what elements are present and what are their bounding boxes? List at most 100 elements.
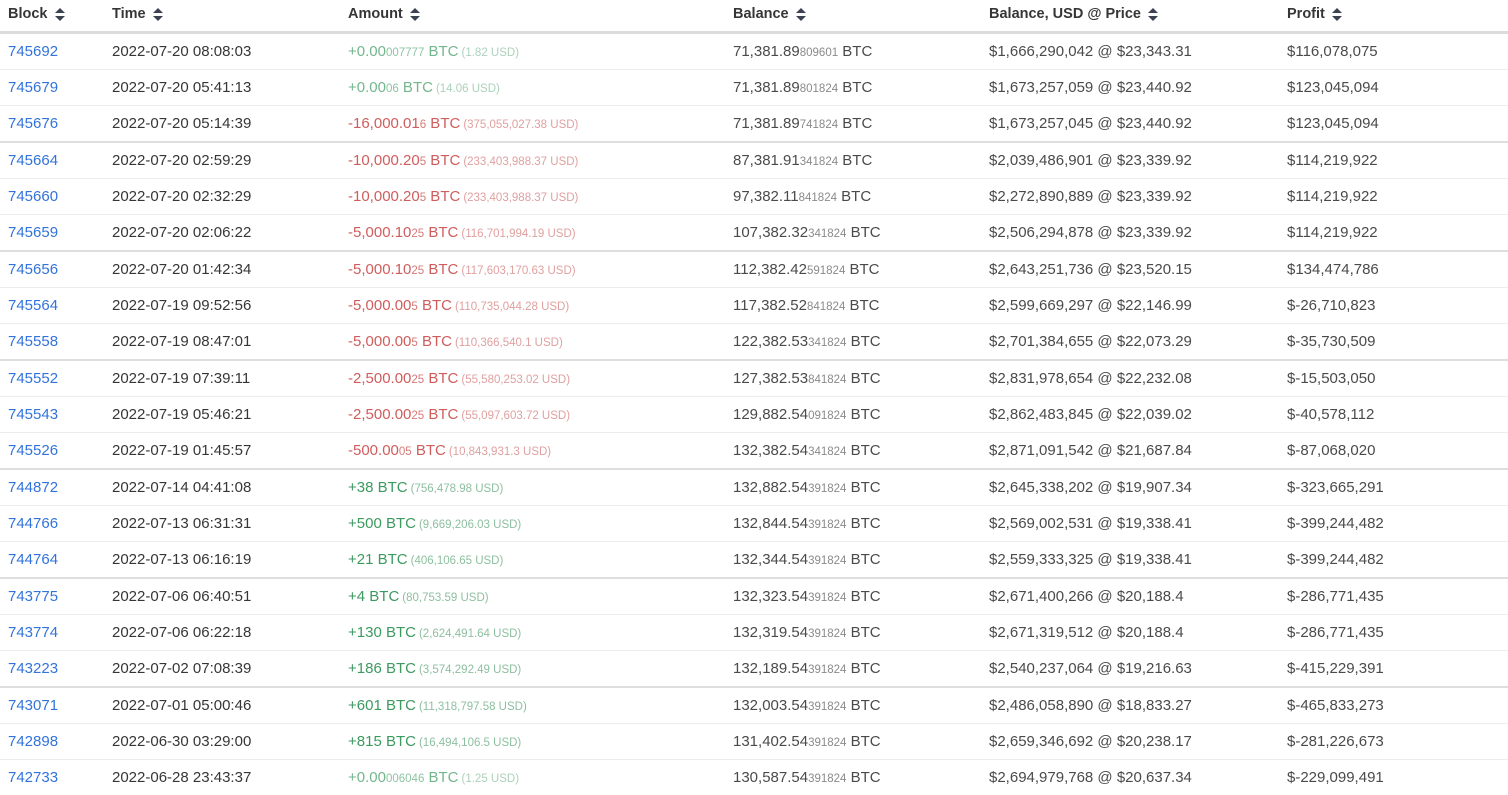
cell-block: 745526: [0, 433, 112, 470]
amount-unit: BTC: [373, 551, 407, 568]
block-link[interactable]: 745679: [8, 79, 58, 96]
amount-fraction: 25: [411, 374, 424, 386]
cell-balance-usd: $2,645,338,202 @ $19,907.34: [989, 469, 1287, 506]
block-link[interactable]: 745552: [8, 370, 58, 387]
amount-value: -500.0005 BTC(10,843,931.3 USD): [348, 442, 551, 459]
timestamp: 2022-07-19 08:47:01: [112, 333, 251, 350]
balance-unit: BTC: [846, 370, 880, 387]
sort-both-icon[interactable]: [153, 7, 164, 22]
balance-fraction: 391824: [808, 664, 846, 676]
block-link[interactable]: 743071: [8, 697, 58, 714]
profit-value: $-35,730,509: [1287, 333, 1375, 350]
amount-main: -10,000.20: [348, 152, 420, 169]
block-link[interactable]: 742733: [8, 769, 58, 786]
balance-usd-at-price: $2,559,333,325 @ $19,338.41: [989, 551, 1192, 568]
block-link[interactable]: 744872: [8, 479, 58, 496]
column-header-profit[interactable]: Profit: [1287, 0, 1508, 33]
column-header-balance[interactable]: Balance: [733, 0, 989, 33]
amount-unit: BTC: [382, 515, 416, 532]
amount-fraction: 25: [411, 410, 424, 422]
cell-block: 742733: [0, 760, 112, 795]
profit-value: $123,045,094: [1287, 115, 1379, 132]
amount-main: -5,000.00: [348, 297, 411, 314]
cell-balance-usd: $1,673,257,059 @ $23,440.92: [989, 70, 1287, 106]
cell-profit: $-399,244,482: [1287, 506, 1508, 542]
block-link[interactable]: 745656: [8, 261, 58, 278]
cell-time: 2022-07-20 08:08:03: [112, 33, 348, 70]
cell-time: 2022-07-19 07:39:11: [112, 360, 348, 397]
block-link[interactable]: 745558: [8, 333, 58, 350]
sort-both-icon[interactable]: [1148, 7, 1159, 22]
cell-profit: $123,045,094: [1287, 106, 1508, 143]
amount-usd-equivalent: (233,403,988.37 USD): [463, 156, 578, 168]
amount-main: -2,500.00: [348, 370, 411, 387]
block-link[interactable]: 745659: [8, 224, 58, 241]
cell-balance: 117,382.52841824 BTC: [733, 288, 989, 324]
sort-both-icon[interactable]: [1332, 7, 1343, 22]
amount-main: -5,000.10: [348, 261, 411, 278]
sort-both-icon[interactable]: [410, 7, 421, 22]
profit-value: $-399,244,482: [1287, 515, 1384, 532]
amount-value: +0.00006046 BTC(1.25 USD): [348, 769, 519, 786]
table-row: 7455432022-07-19 05:46:21-2,500.0025 BTC…: [0, 397, 1508, 433]
column-label-block: Block: [8, 6, 48, 22]
amount-usd-equivalent: (116,701,994.19 USD): [461, 228, 575, 240]
timestamp: 2022-07-06 06:40:51: [112, 588, 251, 605]
cell-block: 744766: [0, 506, 112, 542]
block-link[interactable]: 745692: [8, 43, 58, 60]
column-header-time[interactable]: Time: [112, 0, 348, 33]
timestamp: 2022-07-20 08:08:03: [112, 43, 251, 60]
balance-fraction: 341824: [800, 156, 838, 168]
cell-amount: +0.0006 BTC(14.06 USD): [348, 70, 733, 106]
block-link[interactable]: 745660: [8, 188, 58, 205]
sort-both-icon[interactable]: [796, 7, 807, 22]
balance-main: 112,382.42: [733, 261, 807, 278]
cell-time: 2022-07-06 06:40:51: [112, 578, 348, 615]
block-link[interactable]: 744764: [8, 551, 58, 568]
balance-fraction: 391824: [808, 628, 846, 640]
block-link[interactable]: 744766: [8, 515, 58, 532]
profit-value: $-465,833,273: [1287, 697, 1384, 714]
table-row: 7437742022-07-06 06:22:18+130 BTC(2,624,…: [0, 615, 1508, 651]
balance-value: 132,844.54391824 BTC: [733, 515, 881, 532]
block-link[interactable]: 742898: [8, 733, 58, 750]
balance-fraction: 391824: [808, 519, 846, 531]
block-link[interactable]: 745543: [8, 406, 58, 423]
amount-usd-equivalent: (10,843,931.3 USD): [449, 446, 551, 458]
balance-fraction: 591824: [807, 265, 845, 277]
block-link[interactable]: 745664: [8, 152, 58, 169]
amount-main: -500.00: [348, 442, 399, 459]
cell-amount: +4 BTC(80,753.59 USD): [348, 578, 733, 615]
amount-fraction: 25: [411, 228, 424, 240]
balance-unit: BTC: [846, 733, 880, 750]
cell-profit: $-323,665,291: [1287, 469, 1508, 506]
amount-main: -10,000.20: [348, 188, 420, 205]
profit-value: $-40,578,112: [1287, 406, 1374, 423]
amount-fraction: 007777: [386, 47, 424, 59]
column-header-amount[interactable]: Amount: [348, 0, 733, 33]
cell-profit: $-15,503,050: [1287, 360, 1508, 397]
balance-main: 71,381.89: [733, 79, 800, 96]
block-link[interactable]: 745564: [8, 297, 58, 314]
cell-profit: $-465,833,273: [1287, 687, 1508, 724]
block-link[interactable]: 743774: [8, 624, 58, 641]
column-header-block[interactable]: Block: [0, 0, 112, 33]
table-row: 745558 2022-07-19 08:47:01 -5,000.005 BTC(…: [0, 324, 1508, 361]
balance-main: 87,381.91: [733, 152, 800, 169]
cell-time: 2022-07-20 02:59:29: [112, 142, 348, 179]
cell-amount: +601 BTC(11,318,797.58 USD): [348, 687, 733, 724]
balance-value: 132,319.54391824 BTC: [733, 624, 881, 641]
amount-value: -5,000.005 BTC(110,366,540.1 USD): [348, 333, 563, 350]
block-link[interactable]: 745676: [8, 115, 58, 132]
cell-balance-usd: $2,540,237,064 @ $19,216.63: [989, 651, 1287, 688]
balance-fraction: 741824: [800, 119, 838, 131]
balance-main: 107,382.32: [733, 224, 808, 241]
balance-usd-at-price: $2,272,890,889 @ $23,339.92: [989, 188, 1192, 205]
column-header-balance-usd[interactable]: Balance, USD @ Price: [989, 0, 1287, 33]
block-link[interactable]: 745526: [8, 442, 58, 459]
block-link[interactable]: 743775: [8, 588, 58, 605]
block-link[interactable]: 743223: [8, 660, 58, 677]
sort-both-icon[interactable]: [55, 7, 66, 22]
cell-balance: 132,319.54391824 BTC: [733, 615, 989, 651]
balance-usd-at-price: $2,643,251,736 @ $23,520.15: [989, 261, 1192, 278]
